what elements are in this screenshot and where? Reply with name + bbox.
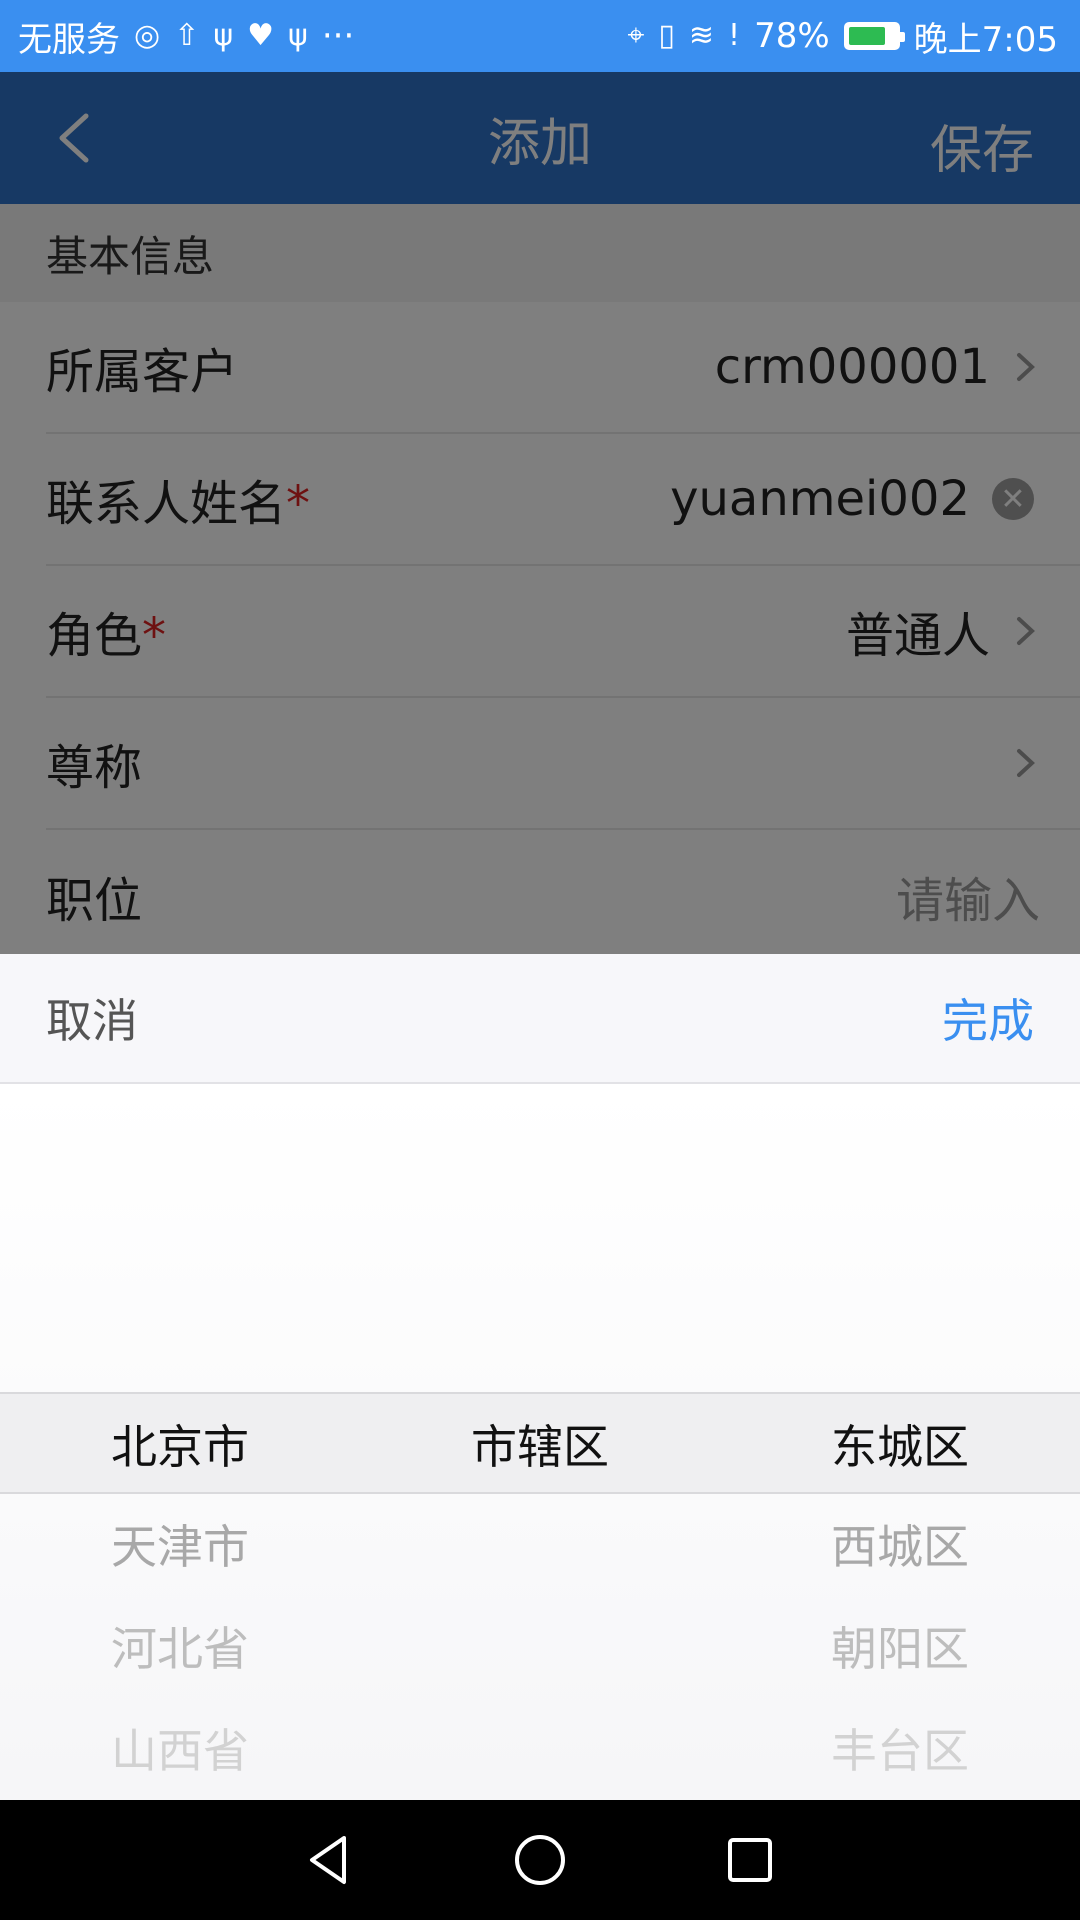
carrier-text: 无服务 — [18, 19, 120, 60]
province-selected[interactable]: 北京市 — [0, 1394, 360, 1494]
modal-backdrop[interactable] — [0, 204, 1080, 954]
cancel-button[interactable]: 取消 — [46, 985, 138, 1051]
done-button[interactable]: 完成 — [942, 985, 1034, 1051]
glasses-icon: ◎ — [134, 18, 161, 53]
upload-icon: ⇧ — [174, 18, 200, 53]
clock: 晚上7:05 — [913, 19, 1058, 60]
battery-icon — [843, 22, 905, 50]
page-title: 添加 — [487, 113, 592, 174]
usb-icon: ψ — [213, 18, 234, 53]
recents-square-icon[interactable] — [720, 1830, 780, 1890]
back-button[interactable] — [40, 102, 112, 174]
battery-percent: 78% — [754, 16, 830, 56]
district-option[interactable]: 丰台区 — [720, 1698, 1080, 1798]
more-indicator: ··· — [321, 16, 355, 56]
location-icon: ⌖ — [627, 18, 645, 53]
district-option[interactable]: 西城区 — [720, 1494, 1080, 1594]
region-picker-sheet: 取消 完成 北京市 天津市 河北省 山西省 市辖区 东城区 西城区 朝阳区 丰台… — [0, 954, 1080, 1800]
status-left: 无服务 ◎ ⇧ ψ ♥ ψ ··· — [18, 12, 354, 61]
picker-wheels: 北京市 天津市 河北省 山西省 市辖区 东城区 西城区 朝阳区 丰台区 — [0, 1084, 1080, 1800]
save-button[interactable]: 保存 — [930, 108, 1034, 183]
battery-fill — [848, 27, 885, 45]
nav-bar: 添加 保存 — [0, 72, 1080, 204]
province-option[interactable]: 天津市 — [0, 1494, 360, 1594]
city-wheel[interactable]: 市辖区 — [360, 1084, 720, 1800]
back-arrow-icon — [59, 113, 89, 163]
district-option[interactable]: 朝阳区 — [720, 1596, 1080, 1696]
vibrate-icon: ▯ — [658, 18, 675, 53]
district-wheel[interactable]: 东城区 西城区 朝阳区 丰台区 — [720, 1084, 1080, 1800]
usb-icon-2: ψ — [288, 18, 308, 53]
home-circle-icon[interactable] — [510, 1830, 570, 1890]
province-option[interactable]: 河北省 — [0, 1596, 360, 1696]
heart-icon: ♥ — [247, 18, 275, 53]
battery-alert-icon: ! — [728, 18, 741, 53]
status-right: ⌖ ▯ ≋ ! 78% 晚上7:05 — [627, 12, 1058, 61]
status-bar: 无服务 ◎ ⇧ ψ ♥ ψ ··· ⌖ ▯ ≋ ! 78% 晚上7:05 — [0, 0, 1080, 72]
city-selected[interactable]: 市辖区 — [360, 1394, 720, 1494]
back-triangle-icon[interactable] — [300, 1830, 360, 1890]
district-selected[interactable]: 东城区 — [720, 1394, 1080, 1494]
province-option[interactable]: 山西省 — [0, 1698, 360, 1798]
system-nav-bar — [0, 1800, 1080, 1920]
picker-toolbar: 取消 完成 — [0, 954, 1080, 1084]
wifi-icon: ≋ — [688, 18, 715, 53]
province-wheel[interactable]: 北京市 天津市 河北省 山西省 — [0, 1084, 360, 1800]
